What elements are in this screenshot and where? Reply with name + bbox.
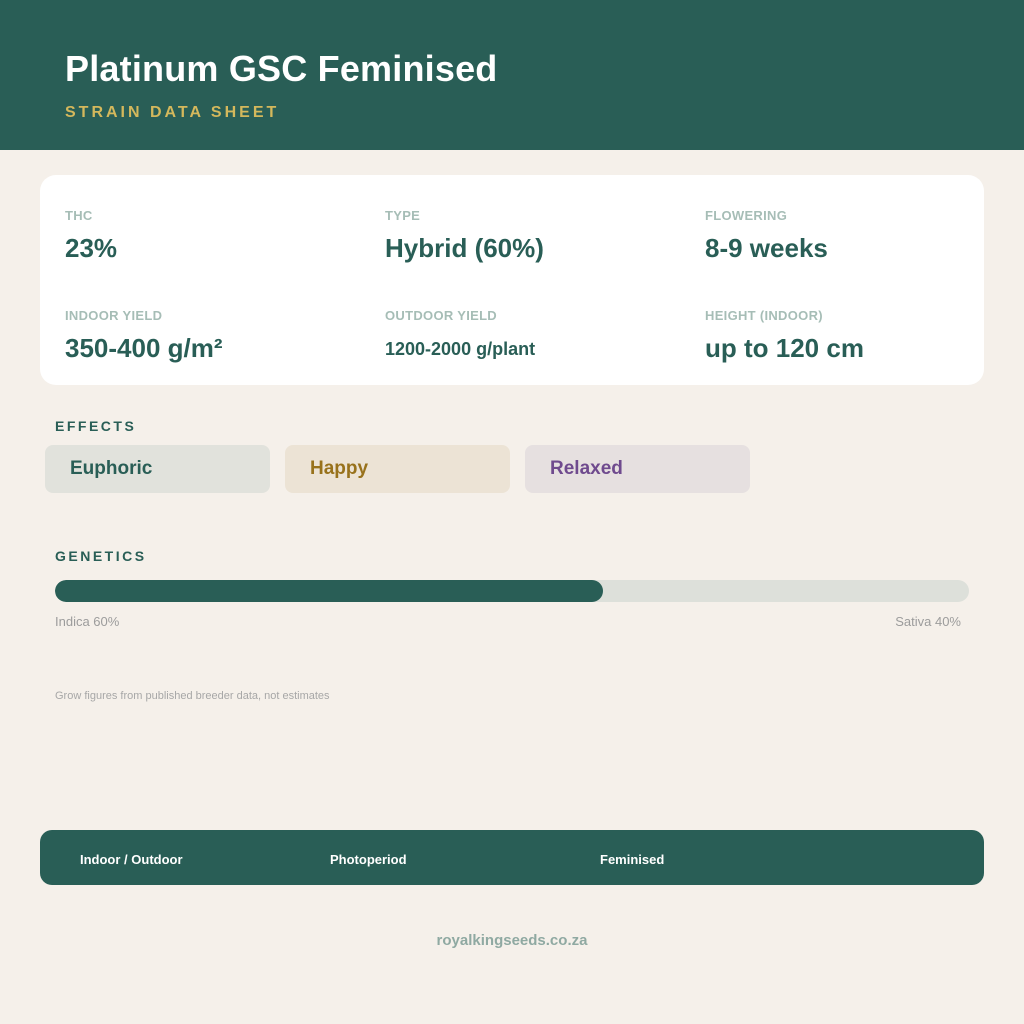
stat-label: TYPE xyxy=(385,208,421,223)
effect-chip-happy: Happy xyxy=(285,445,510,493)
stats-card: THC 23% TYPE Hybrid (60%) FLOWERING 8-9 … xyxy=(40,175,984,385)
effects-heading: EFFECTS xyxy=(55,418,137,434)
stat-label: INDOOR YIELD xyxy=(65,308,163,323)
genetics-bar xyxy=(55,580,969,602)
effect-chip-euphoric: Euphoric xyxy=(45,445,270,493)
indica-label: Indica 60% xyxy=(55,614,120,629)
genetics-heading: GENETICS xyxy=(55,548,147,564)
stat-flowering: FLOWERING 8-9 weeks xyxy=(705,208,828,264)
stat-type: TYPE Hybrid (60%) xyxy=(385,208,544,264)
header: Platinum GSC Feminised STRAIN DATA SHEET xyxy=(0,0,1024,150)
stat-height-indoor: HEIGHT (INDOOR) up to 120 cm xyxy=(705,308,864,364)
footer-item-photoperiod: Photoperiod xyxy=(330,852,407,867)
footer-item-indoor-outdoor: Indoor / Outdoor xyxy=(80,852,183,867)
website-link[interactable]: royalkingseeds.co.za xyxy=(0,932,1024,949)
stat-indoor-yield: INDOOR YIELD 350-400 g/m² xyxy=(65,308,223,364)
stat-label: THC xyxy=(65,208,93,223)
indica-fill xyxy=(55,580,604,602)
stat-value: up to 120 cm xyxy=(705,333,864,363)
stat-thc: THC 23% xyxy=(65,208,117,264)
stat-value: 8-9 weeks xyxy=(705,233,828,263)
page-title: Platinum GSC Feminised xyxy=(65,48,498,89)
effect-chip-relaxed: Relaxed xyxy=(525,445,750,493)
stat-label: FLOWERING xyxy=(705,208,788,223)
stat-label: OUTDOOR YIELD xyxy=(385,308,498,323)
footer-bar: Indoor / Outdoor Photoperiod Feminised xyxy=(40,830,984,885)
sativa-label: Sativa 40% xyxy=(895,614,961,629)
page-subtitle: STRAIN DATA SHEET xyxy=(65,104,280,121)
footnote: Grow figures from published breeder data… xyxy=(55,690,330,702)
stat-outdoor-yield: OUTDOOR YIELD 1200-2000 g/plant xyxy=(385,308,535,360)
stat-label: HEIGHT (INDOOR) xyxy=(705,308,823,323)
stat-value: 350-400 g/m² xyxy=(65,333,223,363)
footer-item-feminised: Feminised xyxy=(600,852,665,867)
stat-value: 1200-2000 g/plant xyxy=(385,339,536,359)
stat-value: 23% xyxy=(65,233,118,263)
stat-value: Hybrid (60%) xyxy=(385,233,544,263)
